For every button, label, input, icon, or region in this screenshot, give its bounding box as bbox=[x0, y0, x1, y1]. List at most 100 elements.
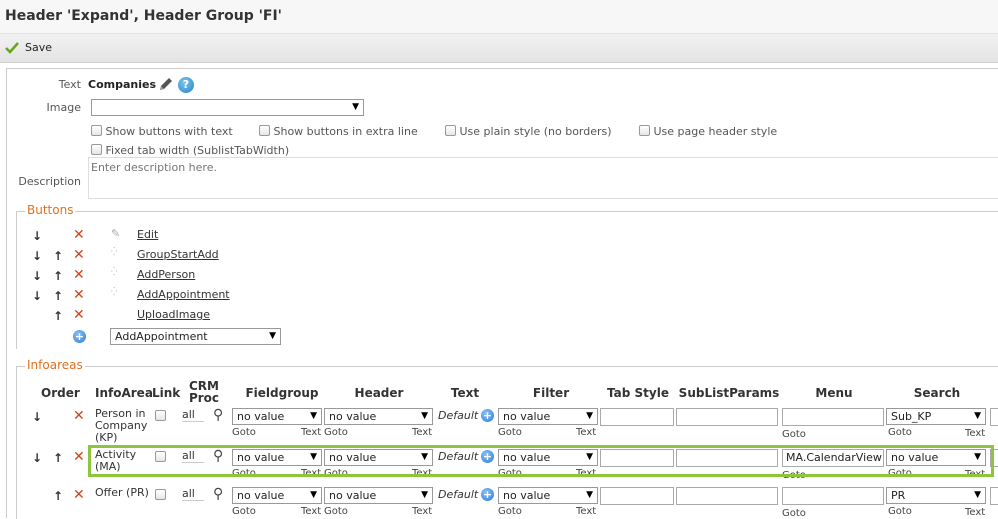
filter-select[interactable]: no value ▼ bbox=[498, 408, 598, 425]
description-input[interactable] bbox=[88, 157, 998, 199]
tab-style-input[interactable] bbox=[600, 487, 674, 505]
text-label[interactable]: Text bbox=[965, 428, 985, 439]
add-text-icon[interactable]: + bbox=[481, 450, 494, 463]
button-link[interactable]: AddAppointment bbox=[137, 288, 230, 301]
goto-label[interactable]: Goto bbox=[782, 470, 806, 481]
header-select[interactable]: no value ▼ bbox=[324, 408, 433, 425]
goto-label[interactable]: Goto bbox=[324, 506, 348, 517]
sublistparams-input[interactable] bbox=[676, 408, 778, 426]
link-checkbox[interactable] bbox=[155, 410, 166, 421]
checkbox[interactable] bbox=[91, 125, 102, 136]
move-up-icon[interactable]: ↑ bbox=[53, 249, 63, 263]
extra-input[interactable] bbox=[990, 487, 998, 505]
checkbox[interactable] bbox=[259, 125, 270, 136]
goto-label[interactable]: Goto bbox=[888, 468, 912, 479]
goto-label[interactable]: Goto bbox=[232, 468, 256, 479]
add-button-icon[interactable]: + bbox=[73, 330, 86, 343]
goto-label[interactable]: Goto bbox=[232, 427, 256, 438]
goto-label[interactable]: Goto bbox=[498, 506, 522, 517]
menu-input[interactable] bbox=[782, 487, 884, 505]
option-fixed-tab-width[interactable]: Fixed tab width (SublistTabWidth) bbox=[91, 144, 289, 157]
link-checkbox[interactable] bbox=[155, 489, 166, 500]
delete-icon[interactable]: ✕ bbox=[73, 268, 85, 282]
text-label[interactable]: Text bbox=[301, 468, 321, 479]
text-label[interactable]: Text bbox=[301, 506, 321, 517]
button-link[interactable]: AddPerson bbox=[137, 268, 195, 281]
option-page-header-style[interactable]: Use page header style bbox=[639, 125, 777, 138]
goto-label[interactable]: Goto bbox=[498, 427, 522, 438]
sublistparams-input[interactable] bbox=[676, 449, 778, 467]
text-label[interactable]: Text bbox=[412, 506, 432, 517]
fieldgroup-select[interactable]: no value ▼ bbox=[232, 408, 322, 425]
goto-label[interactable]: Goto bbox=[888, 506, 912, 517]
fieldgroup-select[interactable]: no value ▼ bbox=[232, 449, 322, 466]
add-button-select[interactable]: AddAppointment ▼ bbox=[110, 328, 281, 345]
option-show-buttons-extra-line[interactable]: Show buttons in extra line bbox=[259, 125, 418, 138]
move-up-icon[interactable]: ↑ bbox=[53, 269, 63, 283]
move-down-icon[interactable]: ↓ bbox=[32, 249, 42, 263]
delete-icon[interactable]: ✕ bbox=[73, 288, 85, 302]
search-select[interactable]: Sub_KP ▼ bbox=[886, 408, 986, 425]
link-checkbox[interactable] bbox=[155, 451, 166, 462]
goto-label[interactable]: Goto bbox=[232, 506, 256, 517]
menu-input[interactable]: MA.CalendarView bbox=[782, 449, 884, 467]
save-button[interactable]: Save bbox=[5, 41, 52, 54]
text-label[interactable]: Text bbox=[412, 468, 432, 479]
button-link[interactable]: UploadImage bbox=[137, 308, 210, 321]
delete-icon[interactable]: ✕ bbox=[73, 488, 85, 502]
goto-label[interactable]: Goto bbox=[782, 429, 806, 440]
text-label[interactable]: Text bbox=[412, 427, 432, 438]
header-select[interactable]: no value ▼ bbox=[324, 449, 433, 466]
filter-select[interactable]: no value ▼ bbox=[498, 487, 598, 504]
move-down-icon[interactable]: ↓ bbox=[32, 269, 42, 283]
move-down-icon[interactable]: ↓ bbox=[32, 410, 42, 424]
image-select[interactable]: ▼ bbox=[91, 99, 364, 116]
header-select[interactable]: no value ▼ bbox=[324, 487, 433, 504]
delete-icon[interactable]: ✕ bbox=[73, 450, 85, 464]
search-icon[interactable]: ⚲ bbox=[213, 407, 223, 423]
search-icon[interactable]: ⚲ bbox=[213, 448, 223, 464]
button-link[interactable]: GroupStartAdd bbox=[137, 248, 219, 261]
text-label[interactable]: Text bbox=[576, 427, 596, 438]
delete-icon[interactable]: ✕ bbox=[73, 308, 85, 322]
goto-label[interactable]: Goto bbox=[498, 468, 522, 479]
text-label[interactable]: Text bbox=[576, 506, 596, 517]
extra-input[interactable] bbox=[990, 408, 998, 426]
move-up-icon[interactable]: ↑ bbox=[53, 289, 63, 303]
add-text-icon[interactable]: + bbox=[481, 488, 494, 501]
move-down-icon[interactable]: ↓ bbox=[32, 289, 42, 303]
option-plain-style[interactable]: Use plain style (no borders) bbox=[445, 125, 612, 138]
help-icon[interactable]: ? bbox=[178, 77, 194, 93]
search-select[interactable]: PR ▼ bbox=[886, 487, 986, 504]
option-show-buttons-text[interactable]: Show buttons with text bbox=[91, 125, 233, 138]
tab-style-input[interactable] bbox=[600, 408, 674, 426]
search-select[interactable]: no value ▼ bbox=[886, 449, 986, 466]
move-down-icon[interactable]: ↓ bbox=[32, 229, 42, 243]
move-up-icon[interactable]: ↑ bbox=[53, 489, 63, 503]
tab-style-input[interactable] bbox=[600, 449, 674, 467]
move-up-icon[interactable]: ↑ bbox=[53, 309, 63, 323]
sublistparams-input[interactable] bbox=[676, 487, 778, 505]
search-icon[interactable]: ⚲ bbox=[213, 486, 223, 502]
delete-icon[interactable]: ✕ bbox=[73, 248, 85, 262]
goto-label[interactable]: Goto bbox=[324, 427, 348, 438]
text-label[interactable]: Text bbox=[965, 469, 985, 480]
extra-input[interactable] bbox=[990, 449, 998, 467]
fieldgroup-select[interactable]: no value ▼ bbox=[232, 487, 322, 504]
move-up-icon[interactable]: ↑ bbox=[53, 451, 63, 465]
filter-select[interactable]: no value ▼ bbox=[498, 449, 598, 466]
button-link[interactable]: Edit bbox=[137, 228, 158, 241]
pencil-icon[interactable] bbox=[158, 77, 174, 92]
add-text-icon[interactable]: + bbox=[481, 409, 494, 422]
move-down-icon[interactable]: ↓ bbox=[32, 451, 42, 465]
text-label[interactable]: Text bbox=[576, 468, 596, 479]
goto-label[interactable]: Goto bbox=[888, 427, 912, 438]
checkbox[interactable] bbox=[639, 125, 650, 136]
text-label[interactable]: Text bbox=[965, 507, 985, 518]
goto-label[interactable]: Goto bbox=[782, 508, 806, 519]
delete-icon[interactable]: ✕ bbox=[73, 409, 85, 423]
delete-icon[interactable]: ✕ bbox=[73, 228, 85, 242]
checkbox[interactable] bbox=[445, 125, 456, 136]
menu-input[interactable] bbox=[782, 408, 884, 426]
text-label[interactable]: Text bbox=[301, 427, 321, 438]
